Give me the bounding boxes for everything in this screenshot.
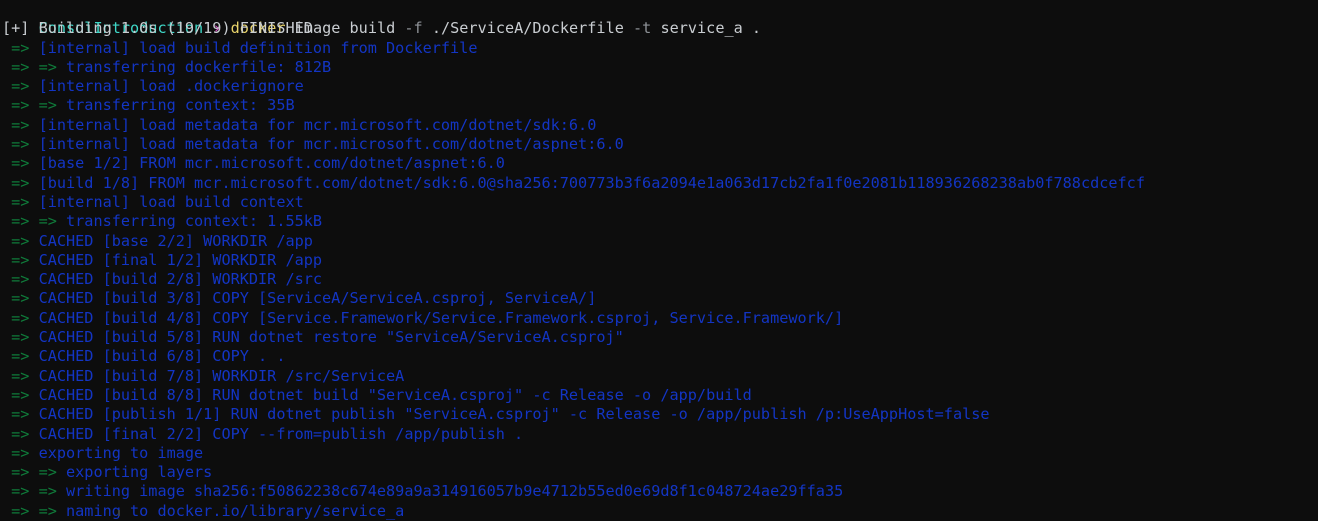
build-step-arrow-icon: => xyxy=(2,115,39,134)
build-step-text: CACHED [build 5/8] RUN dotnet restore "S… xyxy=(38,328,624,347)
build-step-text: [base 1/2] FROM mcr.microsoft.com/dotnet… xyxy=(38,154,505,173)
build-step-text: transferring context: 1.55kB xyxy=(66,212,323,231)
build-step-line: => => naming to docker.io/library/servic… xyxy=(0,502,1318,521)
terminal-window[interactable]: ConsulIntroduction › docker image build … xyxy=(0,0,1318,520)
prompt-arg-2: -f xyxy=(395,19,423,38)
build-step-line: => [internal] load metadata for mcr.micr… xyxy=(0,135,1318,154)
build-step-arrow-icon: => xyxy=(2,270,39,289)
prompt-line: ConsulIntroduction › docker image build … xyxy=(0,0,1318,37)
prompt-arg-3: ./ServiceA/Dockerfile xyxy=(422,19,624,38)
build-step-arrow-icon: => => xyxy=(2,57,67,76)
build-step-arrow-icon: => xyxy=(2,135,39,154)
build-log: => [internal] load build definition from… xyxy=(0,39,1318,521)
prompt-arg-6: . xyxy=(742,19,762,38)
prompt-arg-5: service_a xyxy=(651,19,743,38)
build-step-text: CACHED [final 1/2] WORKDIR /app xyxy=(38,250,323,269)
build-step-text: [internal] load build definition from Do… xyxy=(38,38,478,57)
build-step-arrow-icon: => xyxy=(2,250,39,269)
build-step-text: CACHED [build 8/8] RUN dotnet build "Ser… xyxy=(38,385,752,404)
build-step-arrow-icon: => xyxy=(2,77,39,96)
build-step-line: => [internal] load metadata for mcr.micr… xyxy=(0,116,1318,135)
build-step-line: => CACHED [build 5/8] RUN dotnet restore… xyxy=(0,328,1318,347)
build-step-line: => [build 1/8] FROM mcr.microsoft.com/do… xyxy=(0,174,1318,193)
build-step-text: naming to docker.io/library/service_a xyxy=(66,501,405,520)
build-step-arrow-icon: => xyxy=(2,231,39,250)
build-step-text: exporting layers xyxy=(66,463,213,482)
build-step-text: [internal] load metadata for mcr.microso… xyxy=(38,115,597,134)
prompt-arguments: image build -f ./ServiceA/Dockerfile -t … xyxy=(286,19,762,38)
text-cursor xyxy=(118,510,120,516)
build-step-line: => [base 1/2] FROM mcr.microsoft.com/dot… xyxy=(0,154,1318,173)
build-step-text: CACHED [build 3/8] COPY [ServiceA/Servic… xyxy=(38,289,597,308)
build-step-line: => CACHED [publish 1/1] RUN dotnet publi… xyxy=(0,405,1318,424)
build-step-line: => [internal] load .dockerignore xyxy=(0,77,1318,96)
build-step-text: writing image sha256:f50862238c674e89a9a… xyxy=(66,482,844,501)
build-step-line: => CACHED [final 2/2] COPY --from=publis… xyxy=(0,425,1318,444)
build-step-line: => CACHED [final 1/2] WORKDIR /app xyxy=(0,251,1318,270)
build-step-text: CACHED [build 6/8] COPY . . xyxy=(38,347,286,366)
build-step-arrow-icon: => xyxy=(2,385,39,404)
build-step-arrow-icon: => => xyxy=(2,463,67,482)
build-step-line: => CACHED [build 2/8] WORKDIR /src xyxy=(0,270,1318,289)
build-step-line: => CACHED [build 6/8] COPY . . xyxy=(0,347,1318,366)
build-step-text: [build 1/8] FROM mcr.microsoft.com/dotne… xyxy=(38,173,1145,192)
build-step-line: => CACHED [base 2/2] WORKDIR /app xyxy=(0,232,1318,251)
build-step-arrow-icon: => xyxy=(2,308,39,327)
build-step-text: CACHED [build 4/8] COPY [Service.Framewo… xyxy=(38,308,844,327)
build-step-arrow-icon: => xyxy=(2,38,39,57)
build-step-arrow-icon: => xyxy=(2,443,39,462)
build-step-arrow-icon: => xyxy=(2,366,39,385)
build-step-text: CACHED [final 2/2] COPY --from=publish /… xyxy=(38,424,524,443)
build-step-line: => [internal] load build context xyxy=(0,193,1318,212)
build-step-line: => CACHED [build 4/8] COPY [Service.Fram… xyxy=(0,309,1318,328)
build-step-line: => CACHED [build 7/8] WORKDIR /src/Servi… xyxy=(0,367,1318,386)
prompt-arg-1: build xyxy=(340,19,396,38)
build-step-arrow-icon: => => xyxy=(2,482,67,501)
build-step-line: => => transferring dockerfile: 812B xyxy=(0,58,1318,77)
build-step-text: exporting to image xyxy=(38,443,204,462)
build-step-text: transferring dockerfile: 812B xyxy=(66,57,332,76)
build-step-text: [internal] load .dockerignore xyxy=(38,77,304,96)
prompt-arg-4: -t xyxy=(623,19,652,38)
build-step-arrow-icon: => xyxy=(2,424,39,443)
build-step-arrow-icon: => xyxy=(2,192,39,211)
build-step-arrow-icon: => xyxy=(2,405,39,424)
build-step-text: [internal] load metadata for mcr.microso… xyxy=(38,135,624,154)
build-step-line: => => transferring context: 35B xyxy=(0,96,1318,115)
build-step-arrow-icon: => xyxy=(2,173,39,192)
build-step-line: => => writing image sha256:f50862238c674… xyxy=(0,482,1318,501)
build-step-text: CACHED [build 2/8] WORKDIR /src xyxy=(38,270,323,289)
build-step-line: => exporting to image xyxy=(0,444,1318,463)
build-step-arrow-icon: => => xyxy=(2,212,67,231)
build-step-arrow-icon: => xyxy=(2,347,39,366)
build-step-arrow-icon: => xyxy=(2,289,39,308)
build-step-line: => => transferring context: 1.55kB xyxy=(0,212,1318,231)
build-step-line: => CACHED [build 3/8] COPY [ServiceA/Ser… xyxy=(0,289,1318,308)
build-step-arrow-icon: => xyxy=(2,328,39,347)
build-step-line: => => exporting layers xyxy=(0,463,1318,482)
build-step-line: => CACHED [build 8/8] RUN dotnet build "… xyxy=(0,386,1318,405)
build-step-text: CACHED [build 7/8] WORKDIR /src/ServiceA xyxy=(38,366,405,385)
build-step-text: transferring context: 35B xyxy=(66,96,295,115)
build-step-line: => [internal] load build definition from… xyxy=(0,39,1318,58)
build-step-arrow-icon: => xyxy=(2,154,39,173)
build-step-text: [internal] load build context xyxy=(38,192,304,211)
build-step-text: CACHED [publish 1/1] RUN dotnet publish … xyxy=(38,405,990,424)
build-step-text: CACHED [base 2/2] WORKDIR /app xyxy=(38,231,313,250)
build-step-arrow-icon: => => xyxy=(2,96,67,115)
build-step-arrow-icon: => => xyxy=(2,501,67,520)
